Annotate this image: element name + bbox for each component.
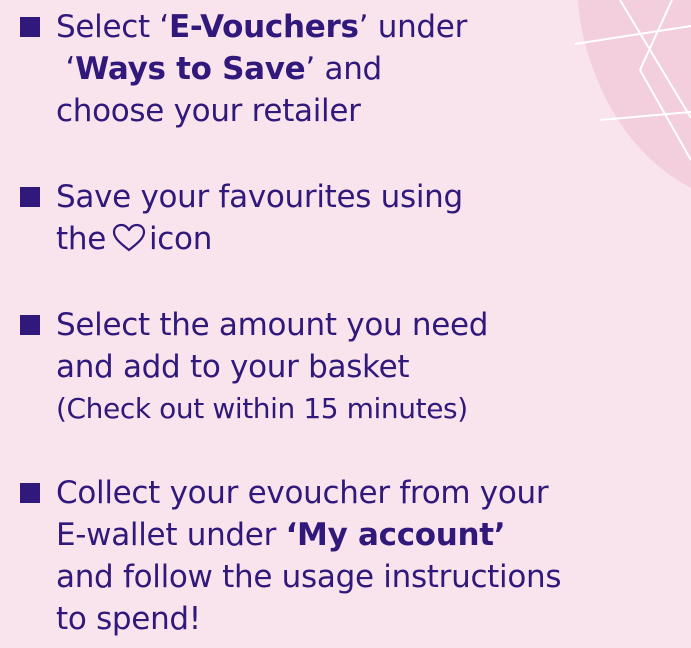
text-segment: the	[56, 221, 106, 257]
text-segment: Select ‘	[56, 9, 169, 45]
square-bullet-icon	[20, 315, 40, 335]
step-text: Select ‘E-Vouchers’ under ‘Ways to Save’…	[56, 6, 690, 132]
step-line: choose your retailer	[56, 93, 361, 129]
step-line: and follow the usage instructions	[56, 559, 562, 595]
step-line: and add to your basket	[56, 349, 410, 385]
text-segment: ’ and	[305, 51, 382, 87]
bold-term-my-account: ‘My account’	[285, 517, 506, 553]
step-line: to spend!	[56, 601, 201, 637]
text-segment: ’ under	[358, 9, 468, 45]
step-line: Save your favourites using	[56, 179, 463, 215]
step-line: Select the amount you need	[56, 307, 489, 343]
step-text: Collect your evoucher from your E-wallet…	[56, 472, 690, 640]
step-line: ‘Ways to Save’ and	[56, 48, 690, 90]
text-segment: E-wallet under	[56, 517, 286, 553]
step-note: (Check out within 15 minutes)	[56, 392, 468, 425]
heart-icon	[112, 223, 146, 252]
step-line: E-wallet under ‘My account’	[56, 514, 690, 556]
step-line: Select ‘E-Vouchers’ under	[56, 6, 690, 48]
bold-term-ways-to-save: Ways to Save	[75, 51, 306, 87]
step-text: Select the amount you need and add to yo…	[56, 304, 690, 430]
square-bullet-icon	[20, 187, 40, 207]
square-bullet-icon	[20, 17, 40, 37]
step-line: the icon	[56, 218, 690, 260]
text-segment: ‘	[56, 51, 76, 87]
step-line: Collect your evoucher from your	[56, 475, 549, 511]
square-bullet-icon	[20, 483, 40, 503]
step-text: Save your favourites using the icon	[56, 176, 690, 260]
bold-term-e-vouchers: E-Vouchers	[168, 9, 359, 45]
text-segment: icon	[148, 221, 213, 257]
